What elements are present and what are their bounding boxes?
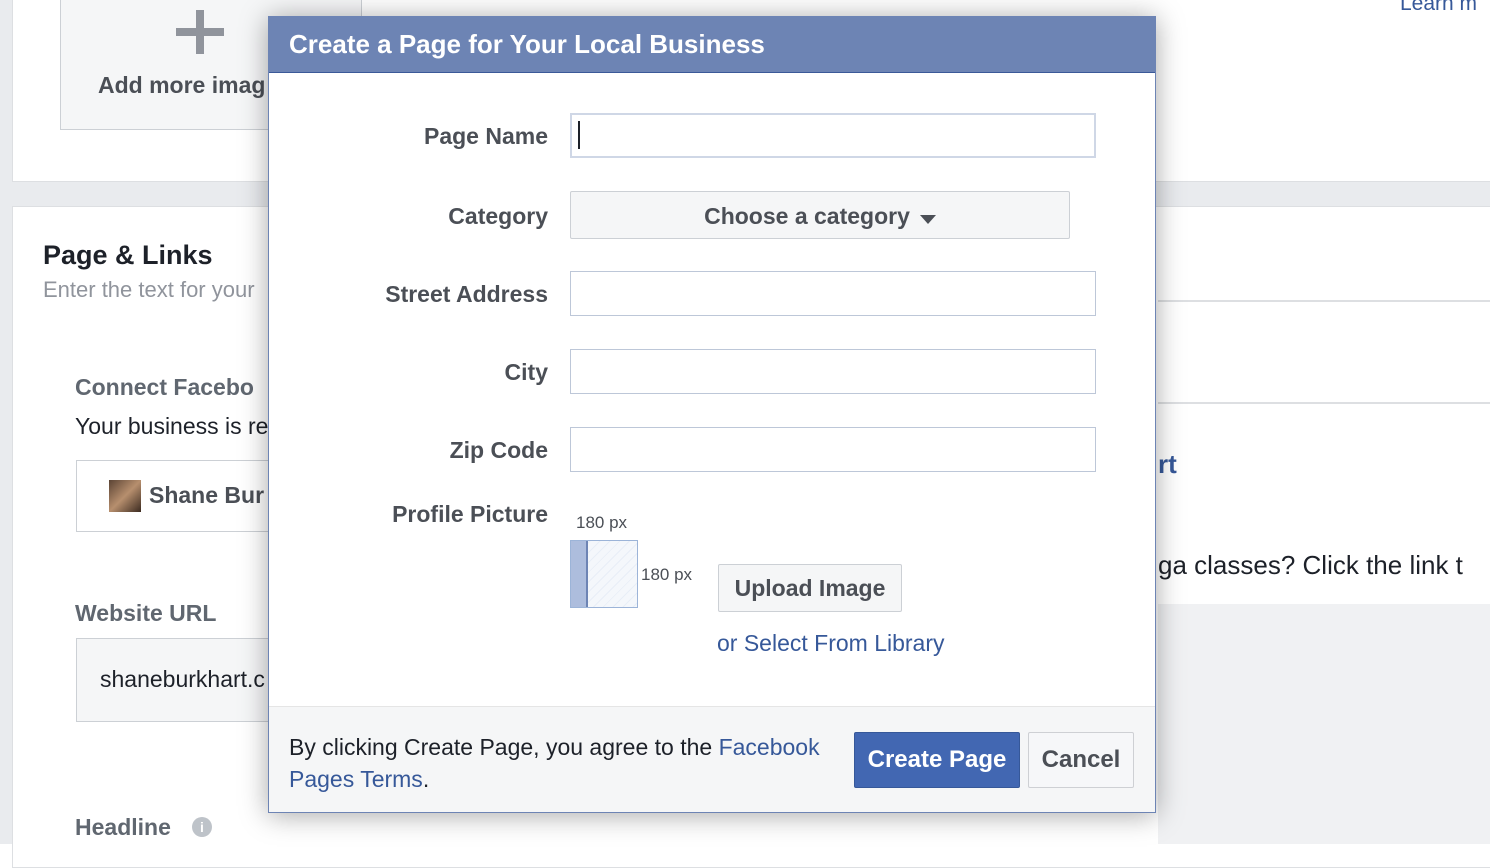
page-name-input[interactable] — [570, 113, 1096, 158]
terms-notice-text: By clicking Create Page, you agree to th… — [289, 734, 719, 760]
zip-code-input[interactable] — [570, 427, 1096, 472]
page-name-label: Page Name — [423, 123, 548, 149]
upload-image-button[interactable]: Upload Image — [718, 564, 902, 612]
street-address-input[interactable] — [570, 271, 1096, 316]
cancel-button[interactable]: Cancel — [1028, 732, 1134, 788]
preview-image — [1158, 604, 1490, 844]
preview-ad-text: ga classes? Click the link t — [1158, 550, 1463, 580]
learn-more-link[interactable]: Learn m — [1400, 0, 1477, 16]
city-label: City — [504, 359, 548, 385]
terms-notice: By clicking Create Page, you agree to th… — [289, 731, 849, 795]
profile-picture-placeholder — [570, 540, 638, 608]
dialog-header: Create a Page for Your Local Business — [269, 17, 1155, 73]
dialog-title: Create a Page for Your Local Business — [289, 29, 765, 59]
connect-facebook-text: Your business is re — [75, 413, 269, 439]
section-title: Page & Links — [43, 240, 213, 270]
profile-picture-label: Profile Picture — [392, 501, 548, 527]
info-icon[interactable]: i — [192, 817, 212, 837]
website-url-label: Website URL — [75, 600, 217, 626]
picture-width-label: 180 px — [576, 513, 628, 532]
preview-page-name[interactable]: rt — [1158, 449, 1177, 480]
zip-code-label: Zip Code — [449, 437, 548, 463]
city-input[interactable] — [570, 349, 1096, 394]
headline-label: Headline — [75, 814, 171, 840]
dialog-footer: By clicking Create Page, you agree to th… — [269, 706, 1155, 812]
add-more-images-label: Add more imag — [98, 72, 266, 98]
caret-down-icon — [919, 215, 936, 225]
website-url-value: shaneburkhart.c — [100, 666, 265, 692]
street-address-label: Street Address — [385, 281, 548, 307]
select-from-library-link[interactable]: or Select From Library — [717, 630, 945, 657]
plus-icon — [176, 10, 224, 54]
picture-crop-handle — [571, 541, 588, 607]
create-page-button[interactable]: Create Page — [854, 732, 1020, 788]
section-subtitle: Enter the text for your — [43, 277, 255, 302]
create-page-dialog: Create a Page for Your Local Business Pa… — [268, 16, 1156, 813]
text-cursor — [578, 121, 580, 149]
avatar — [109, 480, 141, 512]
divider — [1158, 402, 1490, 404]
account-name: Shane Bur — [149, 482, 265, 508]
divider — [1158, 300, 1490, 302]
terms-notice-end: . — [422, 766, 430, 792]
picture-height-label: 180 px — [641, 565, 693, 584]
connect-facebook-label: Connect Facebo — [75, 374, 254, 400]
category-dropdown[interactable]: Choose a category — [570, 191, 1070, 239]
category-placeholder: Choose a category — [704, 203, 910, 229]
category-label: Category — [448, 203, 548, 229]
